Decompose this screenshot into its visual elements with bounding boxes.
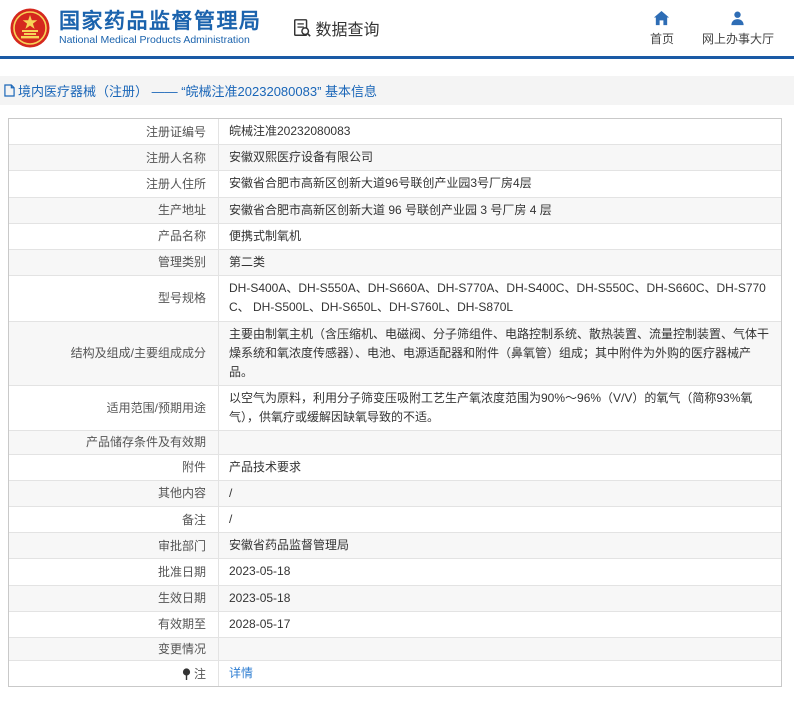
row-intended-use: 适用范围/预期用途 以空气为原料，利用分子筛变压吸附工艺生产氧浓度范围为90%～… [9,386,781,431]
row-label: 注 [9,661,219,686]
row-value: 主要由制氧主机（含压缩机、电磁阀、分子筛组件、电路控制系统、散热装置、流量控制装… [219,322,781,386]
row-change-status: 变更情况 [9,638,781,661]
row-label: 审批部门 [9,533,219,558]
row-value: 便携式制氧机 [219,224,781,249]
row-value: 安徽双熙医疗设备有限公司 [219,145,781,170]
data-query-icon [292,18,312,38]
row-label: 附件 [9,455,219,480]
row-reg-cert-number: 注册证编号 皖械注准20232080083 [9,119,781,145]
row-value: 安徽省合肥市高新区创新大道96号联创产业园3号厂房4层 [219,171,781,196]
row-value: 安徽省药品监督管理局 [219,533,781,558]
row-registrant-name: 注册人名称 安徽双熙医疗设备有限公司 [9,145,781,171]
header-nav: 首页 网上办事大厅 [650,10,774,47]
row-label: 适用范围/预期用途 [9,386,219,430]
row-label: 其他内容 [9,481,219,506]
page-title-bar: 境内医疗器械（注册） —— “皖械注准20232080083” 基本信息 [0,76,794,105]
nav-online-service-hall[interactable]: 网上办事大厅 [702,10,774,47]
row-label: 结构及组成/主要组成成分 [9,322,219,386]
row-label: 生效日期 [9,586,219,611]
row-management-class: 管理类别 第二类 [9,250,781,276]
nav-online-service-hall-label: 网上办事大厅 [702,30,774,47]
row-value: 产品技术要求 [219,455,781,480]
org-name-en: National Medical Products Administration [59,35,262,47]
row-attachments: 附件 产品技术要求 [9,455,781,481]
row-value [219,431,781,453]
row-valid-until: 有效期至 2028-05-17 [9,612,781,638]
row-remarks: 备注 / [9,507,781,533]
row-label: 型号规格 [9,276,219,320]
row-label: 生产地址 [9,198,219,223]
row-label: 备注 [9,507,219,532]
row-value: 2023-05-18 [219,586,781,611]
row-label: 变更情况 [9,638,219,660]
row-model-specs: 型号规格 DH-S400A、DH-S550A、DH-S660A、DH-S770A… [9,276,781,321]
row-storage-conditions: 产品储存条件及有效期 [9,431,781,454]
row-value [219,638,781,660]
row-value: 2028-05-17 [219,612,781,637]
org-title-block: 国家药品监督管理局 National Medical Products Admi… [59,10,262,47]
row-label: 批准日期 [9,559,219,584]
row-label: 产品名称 [9,224,219,249]
data-query-label: 数据查询 [316,16,380,40]
row-label: 管理类别 [9,250,219,275]
row-value: 第二类 [219,250,781,275]
row-label: 注册证编号 [9,119,219,144]
note-pin-icon [182,668,191,680]
row-value: DH-S400A、DH-S550A、DH-S660A、DH-S770A、DH-S… [219,276,781,320]
nav-home[interactable]: 首页 [650,10,674,47]
row-registrant-address: 注册人住所 安徽省合肥市高新区创新大道96号联创产业园3号厂房4层 [9,171,781,197]
row-product-name: 产品名称 便携式制氧机 [9,224,781,250]
page-title: 境内医疗器械（注册） —— “皖械注准20232080083” 基本信息 [18,81,377,100]
details-link[interactable]: 详情 [229,664,253,683]
row-value: 2023-05-18 [219,559,781,584]
row-structure-composition: 结构及组成/主要组成成分 主要由制氧主机（含压缩机、电磁阀、分子筛组件、电路控制… [9,322,781,387]
row-approval-department: 审批部门 安徽省药品监督管理局 [9,533,781,559]
row-value: 详情 [219,661,781,686]
row-value: / [219,481,781,506]
home-icon [653,10,670,27]
row-note: 注 详情 [9,661,781,686]
org-name-cn: 国家药品监督管理局 [59,10,262,33]
site-header: 国家药品监督管理局 National Medical Products Admi… [0,0,794,59]
row-value: 皖械注准20232080083 [219,119,781,144]
row-production-address: 生产地址 安徽省合肥市高新区创新大道 96 号联创产业园 3 号厂房 4 层 [9,198,781,224]
row-label: 产品储存条件及有效期 [9,431,219,453]
nav-home-label: 首页 [650,30,674,47]
row-value: 以空气为原料，利用分子筛变压吸附工艺生产氧浓度范围为90%～96%（V/V）的氧… [219,386,781,430]
row-other-content: 其他内容 / [9,481,781,507]
row-label: 注册人住所 [9,171,219,196]
data-query-section: 数据查询 [292,16,380,40]
row-value: 安徽省合肥市高新区创新大道 96 号联创产业园 3 号厂房 4 层 [219,198,781,223]
row-label: 有效期至 [9,612,219,637]
nmpa-emblem-logo [10,8,50,48]
person-icon [729,10,746,27]
row-value: / [219,507,781,532]
row-label: 注册人名称 [9,145,219,170]
row-approval-date: 批准日期 2023-05-18 [9,559,781,585]
registration-info-table: 注册证编号 皖械注准20232080083 注册人名称 安徽双熙医疗设备有限公司… [8,118,782,687]
row-effective-date: 生效日期 2023-05-18 [9,586,781,612]
document-icon [4,84,15,97]
